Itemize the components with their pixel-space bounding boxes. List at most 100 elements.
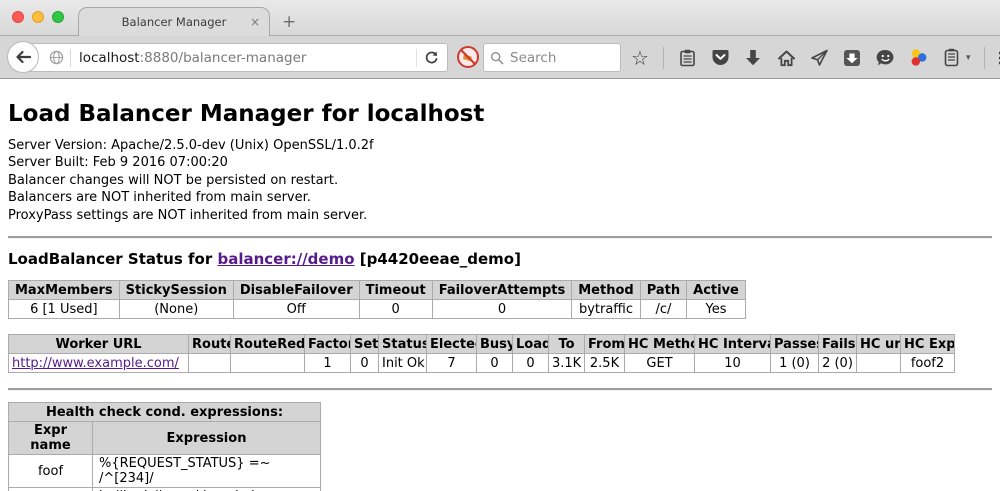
column-header: Factor — [305, 335, 351, 354]
column-header: Expr name — [9, 422, 93, 455]
timeout-cell: 0 — [359, 300, 432, 319]
table-row: http://www.example.com/ 1 0 Init Ok 7 0 … — [9, 354, 955, 373]
content-blocked-icon[interactable] — [456, 45, 480, 69]
page-title: Load Balancer Manager for localhost — [8, 79, 992, 137]
column-header: Route — [189, 335, 231, 354]
divider — [8, 236, 992, 239]
worker-url-link[interactable]: http://www.example.com/ — [12, 356, 179, 371]
column-header: HC Method — [625, 335, 695, 354]
container-battery-icon[interactable] — [941, 48, 961, 68]
toolbar-separator — [663, 47, 664, 69]
stickysession-cell: (None) — [119, 300, 233, 319]
pocket-icon[interactable] — [710, 48, 730, 68]
home-icon[interactable] — [776, 48, 796, 68]
navigation-toolbar: localhost:8880/balancer-manager — [0, 36, 1000, 79]
search-input[interactable] — [510, 50, 610, 66]
table-header-row: Expr name Expression — [9, 422, 321, 455]
address-bar[interactable]: localhost:8880/balancer-manager — [24, 43, 448, 72]
close-window-button[interactable] — [12, 11, 24, 23]
colored-dots-icon[interactable] — [908, 48, 928, 68]
search-icon — [490, 51, 504, 65]
url-divider — [70, 49, 71, 67]
hc-method-cell: GET — [625, 354, 695, 373]
server-version-line: Server Version: Apache/2.5.0-dev (Unix) … — [8, 137, 992, 154]
minimize-window-button[interactable] — [32, 11, 44, 23]
path-cell: /c/ — [640, 300, 686, 319]
chevron-down-icon[interactable]: ▾ — [966, 53, 971, 63]
column-header: Fails — [819, 335, 857, 354]
fails-cell: 2 (0) — [819, 354, 857, 373]
column-header: Busy — [477, 335, 513, 354]
health-check-table: Health check cond. expressions: Expr nam… — [8, 402, 321, 491]
to-cell: 3.1K — [549, 354, 585, 373]
from-cell: 2.5K — [585, 354, 625, 373]
column-header: Method — [572, 281, 640, 300]
url-path: :8880/balancer-manager — [140, 50, 307, 66]
clipboard-icon[interactable] — [677, 48, 697, 68]
table-title-row: Health check cond. expressions: — [9, 403, 321, 422]
video-download-icon[interactable] — [842, 48, 862, 68]
worker-table: Worker URL Route RouteRedir Factor Set S… — [8, 334, 955, 373]
status-heading-suffix: [p4420eeae_demo] — [355, 250, 521, 268]
reload-divider — [416, 49, 417, 67]
globe-icon — [49, 50, 64, 65]
set-cell: 0 — [351, 354, 379, 373]
url-text[interactable]: localhost:8880/balancer-manager — [79, 50, 416, 66]
tab-title: Balancer Manager — [122, 15, 227, 29]
column-header: Path — [640, 281, 686, 300]
browser-tab[interactable]: Balancer Manager × — [78, 7, 270, 36]
column-header: Status — [379, 335, 427, 354]
chat-smiley-icon[interactable] — [875, 48, 895, 68]
route-cell — [189, 354, 231, 373]
column-header: Set — [351, 335, 379, 354]
back-button[interactable] — [7, 41, 39, 73]
factor-cell: 1 — [305, 354, 351, 373]
send-tab-icon[interactable] — [809, 48, 829, 68]
elected-cell: 7 — [427, 354, 477, 373]
balancer-demo-link[interactable]: balancer://demo — [217, 250, 354, 268]
failoverattempts-cell: 0 — [432, 300, 572, 319]
toolbar-separator — [984, 47, 985, 69]
downloads-icon[interactable] — [743, 48, 763, 68]
table-row: foof %{REQUEST_STATUS} =~ /^[234]/ — [9, 455, 321, 488]
column-header: Worker URL — [9, 335, 189, 354]
close-tab-icon[interactable]: × — [250, 15, 260, 29]
column-header: HC Expr — [901, 335, 955, 354]
column-header: HC Interval — [695, 335, 771, 354]
busy-cell: 0 — [477, 354, 513, 373]
column-header: From — [585, 335, 625, 354]
expression-cell: %{REQUEST_STATUS} =~ /^[234]/ — [93, 455, 321, 488]
bookmark-star-icon[interactable]: ☆ — [630, 48, 650, 68]
zoom-window-button[interactable] — [52, 11, 64, 23]
column-header: Expression — [93, 422, 321, 455]
search-bar[interactable] — [483, 43, 621, 72]
column-header: Elected — [427, 335, 477, 354]
expr-name-cell: foof2 — [9, 488, 93, 491]
column-header: StickySession — [119, 281, 233, 300]
server-built-line: Server Built: Feb 9 2016 07:00:20 — [8, 154, 992, 171]
proxypass-note-line: ProxyPass settings are NOT inherited fro… — [8, 207, 992, 224]
reload-icon — [424, 50, 439, 65]
url-host: localhost — [79, 50, 140, 66]
status-heading-prefix: LoadBalancer Status for — [8, 250, 217, 268]
column-header: MaxMembers — [9, 281, 120, 300]
table-row: 6 [1 Used] (None) Off 0 0 bytraffic /c/ … — [9, 300, 746, 319]
worker-url-cell: http://www.example.com/ — [9, 354, 189, 373]
column-header: HC uri — [857, 335, 901, 354]
window-titlebar: Balancer Manager × + — [0, 0, 1000, 36]
reload-button[interactable] — [424, 50, 439, 65]
persist-note-line: Balancer changes will NOT be persisted o… — [8, 172, 992, 189]
inherit-note-line: Balancers are NOT inherited from main se… — [8, 189, 992, 206]
column-header: DisableFailover — [233, 281, 359, 300]
hc-expr-cell: foof2 — [901, 354, 955, 373]
table-header-row: MaxMembers StickySession DisableFailover… — [9, 281, 746, 300]
status-cell: Init Ok — [379, 354, 427, 373]
divider — [8, 388, 992, 391]
column-header: Timeout — [359, 281, 432, 300]
new-tab-button[interactable]: + — [282, 12, 296, 32]
table-row: foof2 hc('body') =~ /domain is establish… — [9, 488, 321, 491]
back-arrow-icon — [15, 50, 31, 64]
page-content: Load Balancer Manager for localhost Serv… — [0, 79, 1000, 491]
column-header: To — [549, 335, 585, 354]
column-header: Passes — [771, 335, 819, 354]
